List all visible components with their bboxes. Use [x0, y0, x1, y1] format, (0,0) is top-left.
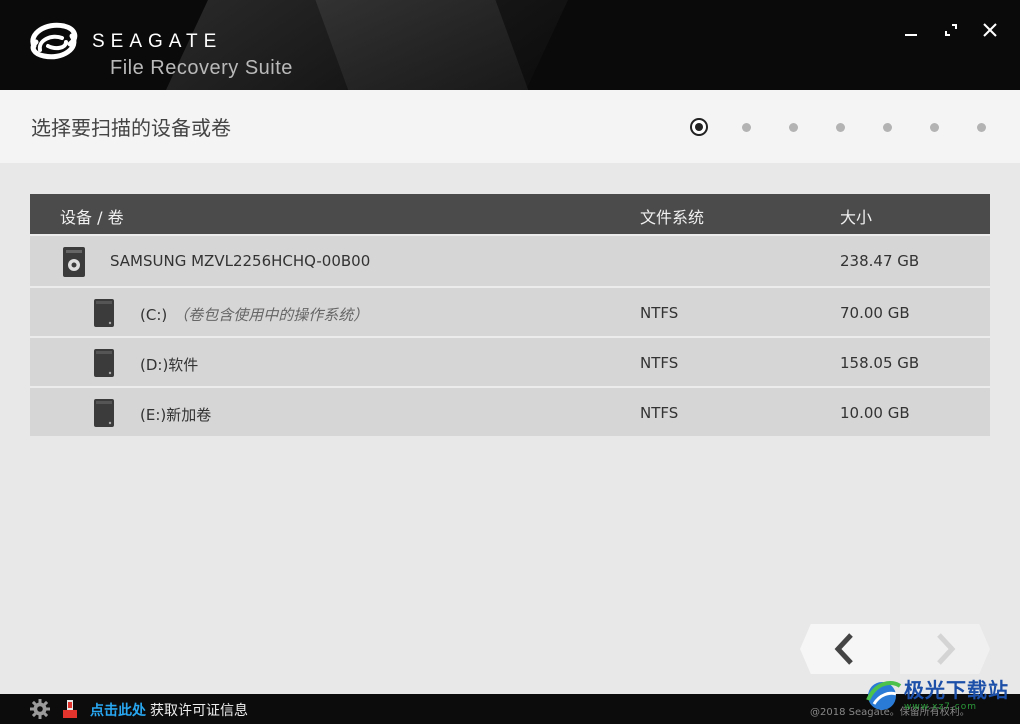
volume-icon: [94, 399, 114, 427]
volume-size: 70.00 GB: [840, 304, 910, 322]
step-dot-6: [930, 123, 939, 132]
table-row-disk[interactable]: SAMSUNG MZVL2256HCHQ-00B00 238.47 GB: [30, 234, 990, 286]
volume-filesystem: NTFS: [640, 304, 679, 322]
device-size: 238.47 GB: [840, 252, 920, 270]
step-dot-3: [789, 123, 798, 132]
volume-size: 10.00 GB: [840, 404, 910, 422]
maximize-icon: [945, 24, 957, 36]
volume-name: (C:) （卷包含使用中的操作系统）: [140, 306, 369, 324]
watermark-logo-icon: [866, 681, 902, 710]
license-icon[interactable]: [61, 699, 79, 719]
step-titlebar: 选择要扫描的设备或卷: [0, 90, 1020, 163]
volume-note: （卷包含使用中的操作系统）: [173, 306, 369, 324]
step-dot-1: [690, 118, 708, 136]
table-header: 设备 / 卷 文件系统 大小: [30, 194, 990, 234]
brand-name: SEAGATE: [92, 31, 223, 52]
page-title: 选择要扫描的设备或卷: [31, 116, 231, 140]
close-button[interactable]: [978, 18, 1002, 42]
app-header: SEAGATE File Recovery Suite: [0, 0, 1020, 90]
volume-icon: [94, 349, 114, 377]
maximize-button[interactable]: [939, 18, 963, 42]
license-text: 获取许可证信息: [150, 703, 248, 719]
device-name: SAMSUNG MZVL2256HCHQ-00B00: [110, 252, 371, 270]
volume-size: 158.05 GB: [840, 354, 920, 372]
hard-disk-icon: [63, 247, 85, 277]
close-icon: [983, 23, 997, 37]
chevron-left-icon: [834, 633, 853, 665]
next-button[interactable]: [900, 624, 990, 674]
volume-name: (E:)新加卷: [140, 406, 212, 424]
chevron-right-icon: [937, 633, 956, 665]
column-device[interactable]: 设备 / 卷: [60, 204, 124, 228]
gear-icon[interactable]: [30, 699, 50, 719]
product-name: File Recovery Suite: [110, 57, 293, 79]
volume-filesystem: NTFS: [640, 404, 679, 422]
table-row-volume[interactable]: (D:)软件 NTFS 158.05 GB: [30, 336, 990, 386]
step-dot-7: [977, 123, 986, 132]
back-button[interactable]: [800, 624, 890, 674]
watermark-text: 极光下载站: [904, 678, 1009, 702]
minimize-icon: [905, 34, 917, 36]
seagate-logo-icon: [30, 22, 78, 60]
minimize-button[interactable]: [899, 18, 923, 42]
step-dot-5: [883, 123, 892, 132]
volume-name: (D:)软件: [140, 356, 199, 374]
table-row-volume[interactable]: (E:)新加卷 NTFS 10.00 GB: [30, 386, 990, 436]
column-size[interactable]: 大小: [840, 204, 872, 228]
device-table: 设备 / 卷 文件系统 大小 SAMSUNG MZVL2256HCHQ-00B0…: [30, 194, 990, 436]
step-dot-2: [742, 123, 751, 132]
watermark-sub: www.xz7.com: [904, 702, 977, 712]
volume-icon: [94, 299, 114, 327]
volume-filesystem: NTFS: [640, 354, 679, 372]
license-link[interactable]: 点击此处: [90, 700, 146, 720]
step-dot-4: [836, 123, 845, 132]
site-watermark: 极光下载站 www.xz7.com: [862, 672, 1020, 716]
table-row-volume[interactable]: (C:) （卷包含使用中的操作系统） NTFS 70.00 GB: [30, 286, 990, 336]
column-filesystem[interactable]: 文件系统: [640, 204, 704, 228]
